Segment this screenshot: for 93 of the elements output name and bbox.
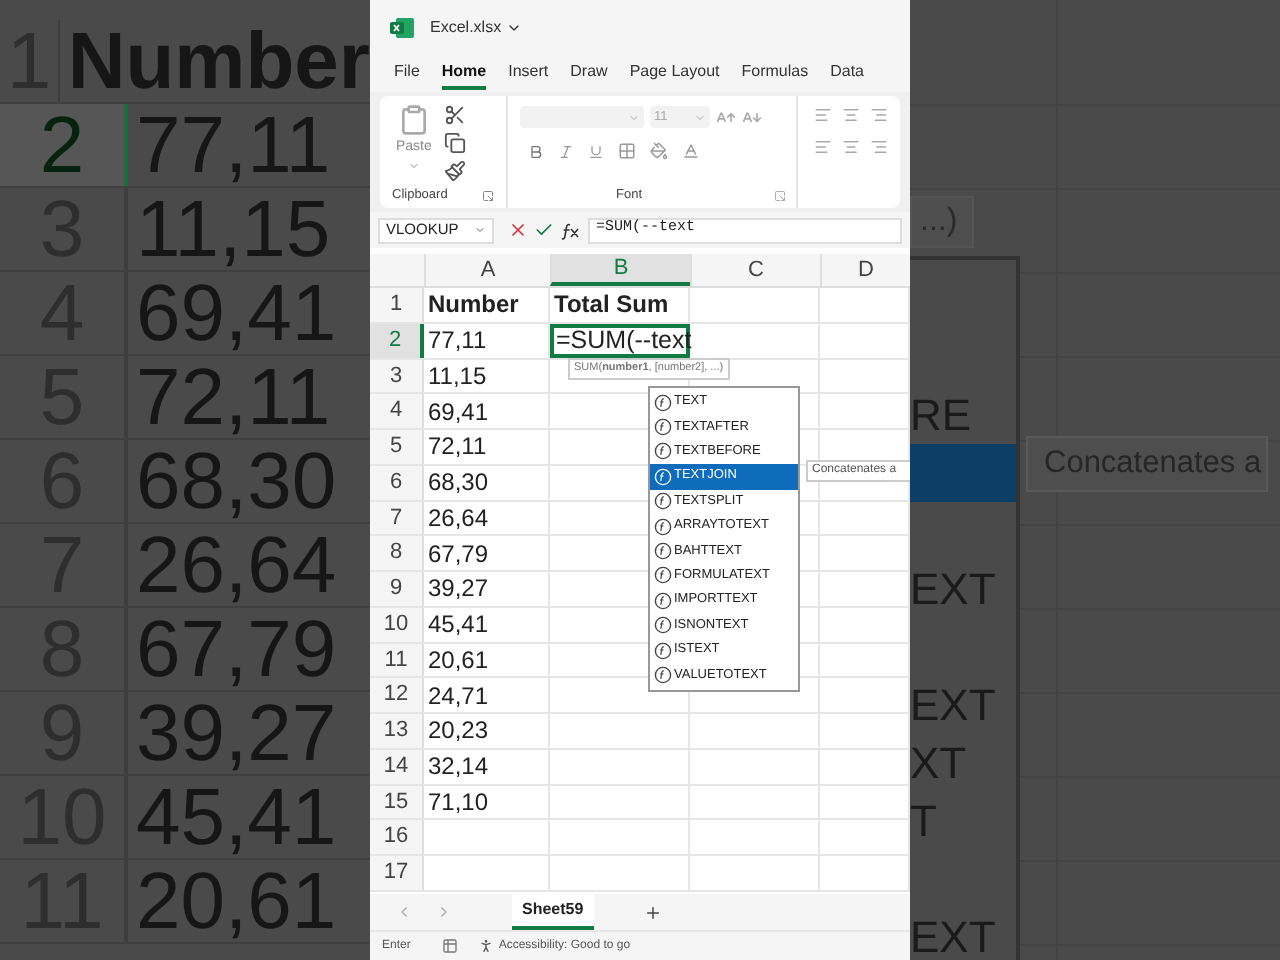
cancel-icon[interactable] <box>508 220 528 240</box>
chevron-down-icon <box>474 224 486 236</box>
add-sheet-icon[interactable] <box>643 903 662 921</box>
cell-text: 20,23 <box>428 714 489 749</box>
cell-text: 69,41 <box>428 395 489 430</box>
previous-sheet-icon[interactable] <box>396 904 412 920</box>
row-header[interactable]: 5 <box>370 430 424 464</box>
cell-text: 11,15 <box>428 359 487 394</box>
function-icon <box>654 492 672 511</box>
align-bottom-icon[interactable] <box>870 106 888 124</box>
cell-text: 67,79 <box>428 537 489 572</box>
row-header[interactable]: 15 <box>370 785 424 819</box>
align-middle-icon[interactable] <box>842 106 860 124</box>
align-center-icon[interactable] <box>842 138 860 156</box>
row-header[interactable]: 14 <box>370 749 424 783</box>
ribbon-tab[interactable]: File <box>394 58 420 90</box>
row-header: 2 <box>0 104 124 186</box>
function-icon <box>654 542 672 561</box>
grow-font-icon[interactable] <box>716 107 736 127</box>
cell-text: 77,11 <box>428 324 487 359</box>
enter-icon[interactable] <box>534 220 554 240</box>
column-header[interactable]: A <box>424 254 550 286</box>
function-icon <box>654 442 672 461</box>
clipboard-icon <box>397 102 430 138</box>
align-top-icon[interactable] <box>814 106 832 124</box>
cell-text: 45,41 <box>428 608 489 643</box>
sheet-tab[interactable]: Sheet59 <box>512 894 594 930</box>
function-icon <box>654 641 672 660</box>
shrink-font-icon[interactable] <box>742 107 762 127</box>
row-header[interactable]: 12 <box>370 678 424 712</box>
file-name-menu[interactable]: Excel.xlsx <box>430 16 522 40</box>
font-color-icon[interactable] <box>682 142 700 160</box>
copy-icon[interactable] <box>443 132 466 154</box>
cell-text: Number <box>428 288 519 323</box>
chevron-down-icon <box>628 111 640 123</box>
next-sheet-icon[interactable] <box>436 904 452 920</box>
column-header[interactable]: D <box>820 254 910 286</box>
format-painter-icon[interactable] <box>443 160 466 182</box>
font-name-field[interactable] <box>520 106 644 128</box>
excel-logo-icon <box>390 18 414 38</box>
function-icon[interactable] <box>560 221 582 239</box>
function-icon <box>654 665 672 684</box>
row-header[interactable]: 11 <box>370 643 424 677</box>
accessibility-icon <box>478 938 495 954</box>
ribbon-tab[interactable]: Page Layout <box>629 58 720 90</box>
column-header[interactable]: B <box>550 254 690 286</box>
borders-icon[interactable] <box>618 142 636 160</box>
row-header[interactable]: 4 <box>370 394 424 428</box>
row-header[interactable]: 17 <box>370 856 424 890</box>
cell-text: 24,71 <box>428 679 489 714</box>
function-icon <box>654 467 672 486</box>
italic-icon[interactable] <box>558 143 574 159</box>
chevron-down-icon <box>505 20 522 36</box>
chevron-down-icon <box>407 159 420 171</box>
ribbon-tab[interactable]: Data <box>830 58 864 90</box>
cell-text: 20,61 <box>428 643 489 678</box>
align-right-icon[interactable] <box>870 138 888 156</box>
ribbon-tab[interactable]: Formulas <box>741 58 809 90</box>
function-icon <box>654 393 672 412</box>
row-header[interactable]: 6 <box>370 465 424 499</box>
ribbon-tab[interactable]: Draw <box>570 58 608 90</box>
function-icon <box>654 616 672 635</box>
column-header[interactable]: C <box>690 254 820 286</box>
fill-color-icon[interactable] <box>650 142 668 160</box>
cell-text: 68,30 <box>428 466 489 501</box>
dialog-launcher-icon[interactable] <box>482 190 494 202</box>
cell-text: 71,10 <box>428 785 489 820</box>
bold-icon[interactable] <box>528 143 544 159</box>
cell-text: Total Sum <box>554 288 669 323</box>
cell-text: 39,27 <box>428 572 489 607</box>
row-header[interactable]: 8 <box>370 536 424 570</box>
align-left-icon[interactable] <box>814 138 832 156</box>
row-header[interactable]: 1 <box>370 288 424 322</box>
function-icon <box>654 418 672 437</box>
dialog-launcher-icon[interactable] <box>774 190 786 202</box>
row-header[interactable]: 9 <box>370 572 424 606</box>
row-header[interactable]: 2 <box>370 323 424 357</box>
row-header[interactable]: 3 <box>370 359 424 393</box>
row-header[interactable]: 13 <box>370 714 424 748</box>
row-header[interactable]: 7 <box>370 501 424 535</box>
underline-icon[interactable] <box>588 143 604 159</box>
function-icon <box>654 591 672 610</box>
zoomed-hint: ...) <box>910 196 974 248</box>
cut-icon[interactable] <box>443 104 466 126</box>
ribbon-tab[interactable]: Insert <box>508 58 549 90</box>
chevron-down-icon <box>694 111 706 123</box>
function-icon <box>654 566 672 585</box>
cell-text: 26,64 <box>428 501 489 536</box>
cell-text: 32,14 <box>428 750 489 785</box>
row-header[interactable]: 10 <box>370 607 424 641</box>
function-icon <box>654 517 672 536</box>
cell-text: 72,11 <box>428 430 487 465</box>
row-header[interactable]: 16 <box>370 820 424 854</box>
